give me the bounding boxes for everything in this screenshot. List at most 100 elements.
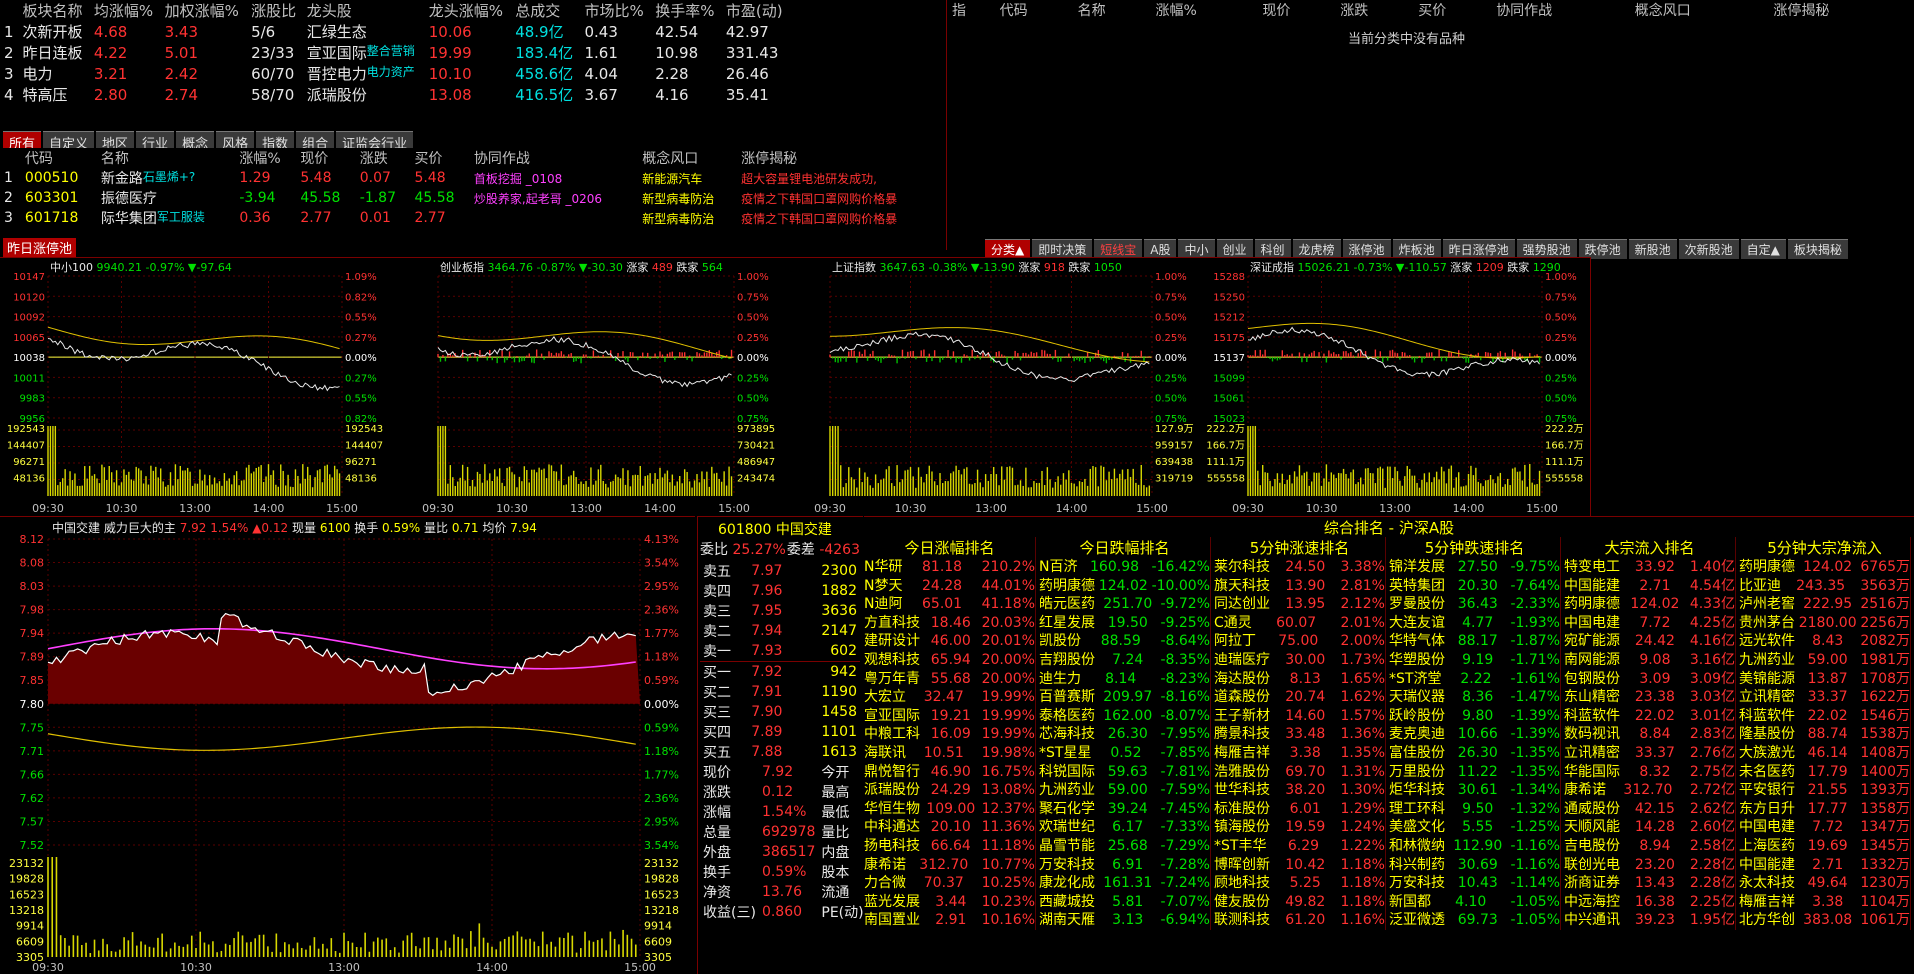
ranking-row[interactable]: 数码视讯 8.84 2.83亿 — [1564, 725, 1735, 744]
ranking-row[interactable]: 皓元医药 251.70 -9.72% — [1039, 595, 1210, 614]
ranking-row[interactable]: 红星发展 19.50 -9.25% — [1039, 614, 1210, 633]
sector-col-header[interactable]: 涨股比 — [247, 0, 303, 21]
ranking-row[interactable]: 九洲药业 59.00 1981万 — [1739, 651, 1910, 670]
ranking-row[interactable]: 永太科技 49.64 1230万 — [1739, 874, 1910, 893]
stock-col-header[interactable]: 代码 — [21, 148, 97, 168]
ranking-row[interactable]: N梦天 24.28 44.01% — [864, 577, 1035, 596]
ranking-row[interactable]: *ST星星 0.52 -7.85% — [1039, 744, 1210, 763]
ranking-row[interactable]: 跃岭股份 9.80 -1.39% — [1389, 707, 1560, 726]
bid-row[interactable]: 买五 7.88 1613 — [700, 742, 860, 762]
pool-tab[interactable]: 炸板池 — [1392, 239, 1441, 259]
ranking-row[interactable]: 迪瑞医疗 30.00 1.73% — [1214, 651, 1385, 670]
ranking-row[interactable]: 粤万年青 55.68 20.00% — [864, 670, 1035, 689]
ranking-row[interactable]: 大族激光 46.14 1408万 — [1739, 744, 1910, 763]
sector-row[interactable]: 4 特高压 2.80 2.74 58/70 派瑞股份 13.08 416.5亿 3.67 4.16… — [0, 84, 790, 105]
ranking-row[interactable]: 通威股份 42.15 2.62亿 — [1564, 800, 1735, 819]
ranking-row[interactable]: N迪阿 65.01 41.18% — [864, 595, 1035, 614]
yesterday-limit-up-pool-label[interactable]: 昨日涨停池 — [3, 238, 77, 257]
ranking-row[interactable]: 康希诺 312.70 10.77% — [864, 856, 1035, 875]
sector-row[interactable]: 3 电力 3.21 2.42 60/70 晋控电力电力资产 10.10 458.6亿 4.04 2… — [0, 63, 790, 84]
ranking-row[interactable]: 华恒生物 109.00 12.37% — [864, 800, 1035, 819]
ranking-row[interactable]: 南网能源 9.08 3.16亿 — [1564, 651, 1735, 670]
ranking-row[interactable]: 芯海科技 26.30 -7.95% — [1039, 725, 1210, 744]
pool-tab[interactable]: 强势股池 — [1516, 239, 1577, 259]
pool-tab[interactable]: A股 — [1144, 239, 1177, 259]
ranking-row[interactable]: 药明康德 124.02 -10.00% — [1039, 577, 1210, 596]
stock-col-header[interactable]: 涨跌 — [356, 148, 411, 168]
bid-row[interactable]: 买三 7.90 1458 — [700, 702, 860, 722]
pool-tab[interactable]: 龙虎榜 — [1292, 239, 1341, 259]
ranking-row[interactable]: 远光软件 8.43 2082万 — [1739, 632, 1910, 651]
ranking-row[interactable]: 上海医药 19.69 1345万 — [1739, 837, 1910, 856]
ranking-row[interactable]: 吉电股份 8.94 2.58亿 — [1564, 837, 1735, 856]
pool-tab[interactable]: 中小 — [1178, 239, 1215, 259]
ranking-row[interactable]: 欢瑞世纪 6.17 -7.33% — [1039, 818, 1210, 837]
pool-tab[interactable]: 自定▲ — [1740, 239, 1786, 259]
sector-col-header[interactable]: 市场比% — [581, 0, 652, 21]
ranking-row[interactable]: 西藏城投 5.81 -7.07% — [1039, 893, 1210, 912]
stock-row[interactable]: 2 603301 振德医疗 -3.94 45.58 -1.87 45.58 炒股养家,起老哥 … — [0, 188, 940, 208]
ranking-row[interactable]: 立讯精密 33.37 2.76亿 — [1564, 744, 1735, 763]
ranking-row[interactable]: 晶雪节能 25.68 -7.29% — [1039, 837, 1210, 856]
ranking-row[interactable]: 标准股份 6.01 1.29% — [1214, 800, 1385, 819]
ranking-row[interactable]: 美盛文化 5.55 -1.25% — [1389, 818, 1560, 837]
bid-row[interactable]: 买二 7.91 1190 — [700, 682, 860, 702]
right-list-col-header[interactable]: 涨停揭秘 — [1769, 0, 1908, 20]
ranking-row[interactable]: 中国能建 2.71 1332万 — [1739, 856, 1910, 875]
ranking-row[interactable]: 富佳股份 26.30 -1.35% — [1389, 744, 1560, 763]
ranking-row[interactable]: 迪生力 8.14 -8.23% — [1039, 670, 1210, 689]
pool-tab[interactable]: 跌停池 — [1578, 239, 1627, 259]
pool-tab[interactable]: 次新股池 — [1678, 239, 1739, 259]
stock-intraday-chart[interactable]: 中国交建 威力巨大的主 7.92 1.54% ▲0.12 现量 6100 换手 … — [0, 516, 695, 974]
pool-tab[interactable]: 昨日涨停池 — [1442, 239, 1515, 259]
sector-col-header[interactable]: 市盈(动) — [722, 0, 790, 21]
ranking-row[interactable]: 同达创业 13.95 2.12% — [1214, 595, 1385, 614]
ranking-row[interactable]: 科蓝软件 22.02 1546万 — [1739, 707, 1910, 726]
ranking-row[interactable]: 阿拉丁 75.00 2.00% — [1214, 632, 1385, 651]
ranking-row[interactable]: 万安科技 10.43 -1.14% — [1389, 874, 1560, 893]
ranking-row[interactable]: 中粮工科 16.09 19.99% — [864, 725, 1035, 744]
ranking-row[interactable]: 泸州老窖 222.95 2516万 — [1739, 595, 1910, 614]
ranking-row[interactable]: 南国置业 2.91 10.16% — [864, 911, 1035, 930]
ranking-row[interactable]: 浩雅股份 69.70 1.31% — [1214, 763, 1385, 782]
ranking-row[interactable]: 力合微 70.37 10.25% — [864, 874, 1035, 893]
right-list-col-header[interactable]: 买价 — [1414, 0, 1492, 20]
sector-col-header[interactable]: 总成交 — [511, 0, 580, 21]
ranking-row[interactable]: 王子新材 14.60 1.57% — [1214, 707, 1385, 726]
ranking-row[interactable]: 泰格医药 162.00 -8.07% — [1039, 707, 1210, 726]
ranking-row[interactable]: 吉翔股份 7.24 -8.35% — [1039, 651, 1210, 670]
right-list-col-header[interactable]: 现价 — [1258, 0, 1336, 20]
right-list-col-header[interactable]: 指 — [948, 0, 996, 20]
pool-tab[interactable]: 涨停池 — [1342, 239, 1391, 259]
ranking-row[interactable]: 道森股份 20.74 1.62% — [1214, 688, 1385, 707]
ranking-row[interactable]: 梅雁吉祥 3.38 1.35% — [1214, 744, 1385, 763]
ranking-row[interactable]: 康龙化成 161.31 -7.24% — [1039, 874, 1210, 893]
ranking-row[interactable]: 博晖创新 10.42 1.18% — [1214, 856, 1385, 875]
ranking-row[interactable]: 镇海股份 19.59 1.24% — [1214, 818, 1385, 837]
ranking-row[interactable]: *ST济堂 2.22 -1.61% — [1389, 670, 1560, 689]
ranking-row[interactable]: 贵州茅台 2180.00 2256万 — [1739, 614, 1910, 633]
sector-col-header[interactable]: 均涨幅% — [90, 0, 161, 21]
ranking-row[interactable]: 派瑞股份 24.29 13.08% — [864, 781, 1035, 800]
pool-tab[interactable]: 新股池 — [1628, 239, 1677, 259]
ranking-row[interactable]: C通灵 60.07 2.01% — [1214, 614, 1385, 633]
stock-col-header[interactable]: 名称 — [97, 148, 235, 168]
sector-col-header[interactable]: 换手率% — [651, 0, 722, 21]
right-list-col-header[interactable]: 涨跌 — [1336, 0, 1414, 20]
ranking-row[interactable]: 比亚迪 243.35 3563万 — [1739, 577, 1910, 596]
ranking-row[interactable]: 炬华科技 30.61 -1.34% — [1389, 781, 1560, 800]
ranking-row[interactable]: 旗天科技 13.90 2.81% — [1214, 577, 1385, 596]
ranking-row[interactable]: N百济 160.98 -16.42% — [1039, 558, 1210, 577]
ranking-row[interactable]: 立讯精密 33.37 1622万 — [1739, 688, 1910, 707]
ranking-row[interactable]: 包钢股份 3.09 3.09亿 — [1564, 670, 1735, 689]
ranking-row[interactable]: 凯股份 88.59 -8.64% — [1039, 632, 1210, 651]
ranking-row[interactable]: 麦克奥迪 10.66 -1.39% — [1389, 725, 1560, 744]
ranking-row[interactable]: 万里股份 11.22 -1.35% — [1389, 763, 1560, 782]
ranking-row[interactable]: 观想科技 65.94 20.00% — [864, 651, 1035, 670]
right-list-col-header[interactable]: 协同作战 — [1492, 0, 1631, 20]
ranking-row[interactable]: 宣亚国际 19.21 19.99% — [864, 707, 1035, 726]
ranking-row[interactable]: 平安银行 21.55 1393万 — [1739, 781, 1910, 800]
ranking-row[interactable]: 世华科技 38.20 1.30% — [1214, 781, 1385, 800]
ranking-row[interactable]: 药明康德 124.02 4.33亿 — [1564, 595, 1735, 614]
ask-row[interactable]: 卖三 7.95 3636 — [700, 601, 860, 621]
